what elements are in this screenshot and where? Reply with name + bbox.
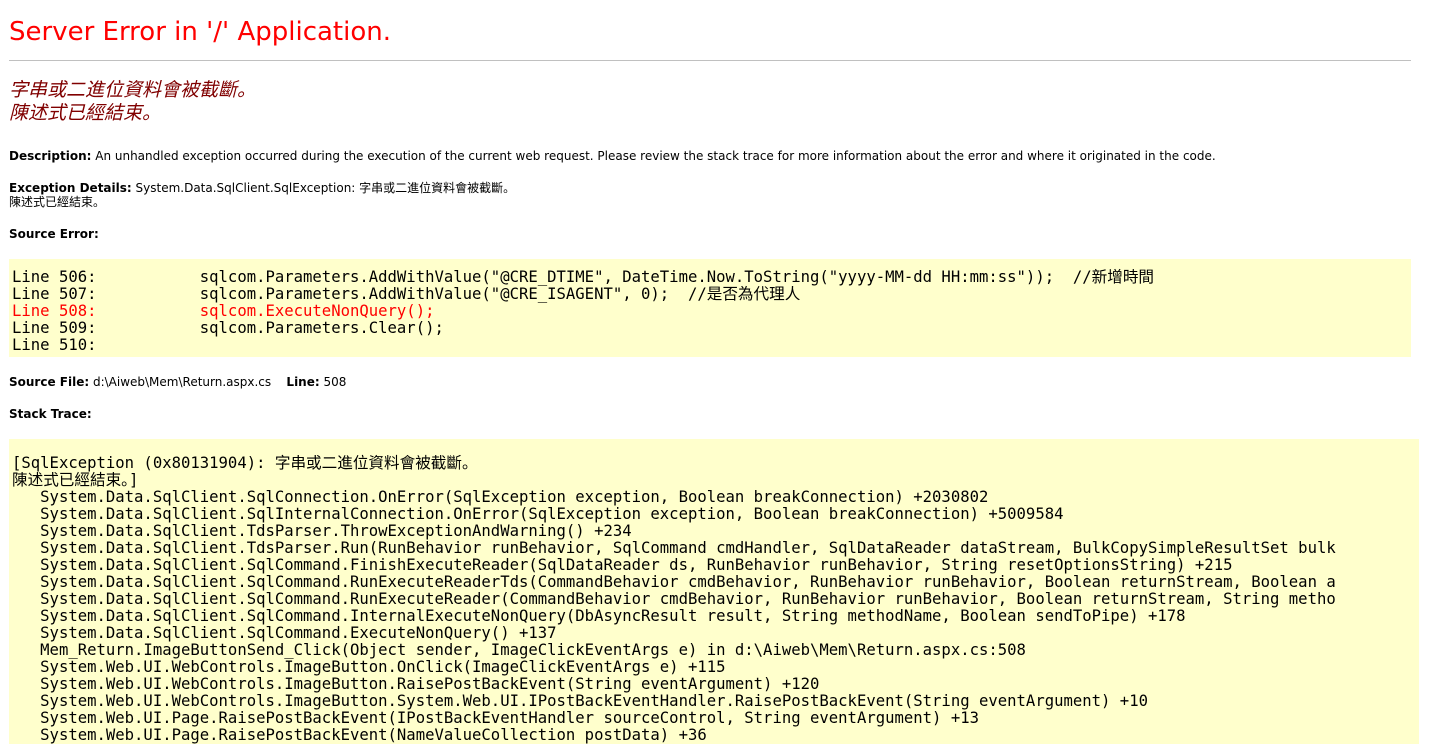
error-message: 字串或二進位資料會被截斷。 陳述式已經結束。 [9, 79, 257, 124]
source-line: Line 510: [12, 336, 97, 354]
source-line: Line 509: sqlcom.Parameters.Clear(); [12, 319, 444, 337]
stack-trace-line: System.Web.UI.WebControls.ImageButton.Ra… [12, 675, 820, 693]
description: Description: An unhandled exception occu… [9, 149, 1216, 163]
stack-trace-line: System.Web.UI.Page.RaisePostBackEvent(Na… [12, 726, 707, 744]
stack-trace-line: System.Web.UI.Page.RaisePostBackEvent(IP… [12, 709, 979, 727]
stack-trace-line: System.Web.UI.WebControls.ImageButton.On… [12, 658, 726, 676]
stack-trace-line: System.Data.SqlClient.SqlCommand.RunExec… [12, 573, 1336, 591]
source-line: Line 506: sqlcom.Parameters.AddWithValue… [12, 268, 1155, 286]
stack-trace-line: System.Data.SqlClient.SqlCommand.FinishE… [12, 556, 1233, 574]
page-title: Server Error in '/' Application. [9, 17, 391, 47]
stack-trace-code: [SqlException (0x80131904): 字串或二進位資料會被截斷… [9, 439, 1419, 744]
source-error-code: Line 506: sqlcom.Parameters.AddWithValue… [9, 259, 1411, 357]
divider [9, 60, 1411, 61]
stack-trace-line: System.Data.SqlClient.SqlCommand.RunExec… [12, 590, 1336, 608]
stack-trace-heading: Stack Trace: [9, 407, 92, 421]
stack-trace-line: 陳述式已經結束。] [12, 471, 139, 489]
stack-trace-line: System.Web.UI.WebControls.ImageButton.Sy… [12, 692, 1148, 710]
stack-trace-line: System.Data.SqlClient.TdsParser.ThrowExc… [12, 522, 632, 540]
source-error-heading: Source Error: [9, 227, 99, 241]
stack-trace-line: System.Data.SqlClient.SqlCommand.Execute… [12, 624, 557, 642]
source-file: Source File: d:\Aiweb\Mem\Return.aspx.cs… [9, 375, 347, 389]
source-line: Line 507: sqlcom.Parameters.AddWithValue… [12, 285, 801, 303]
stack-trace-line: System.Data.SqlClient.SqlConnection.OnEr… [12, 488, 989, 506]
stack-trace-line: System.Data.SqlClient.SqlCommand.Interna… [12, 607, 1186, 625]
source-line: Line 508: sqlcom.ExecuteNonQuery(); [12, 302, 435, 320]
stack-trace-line: Mem_Return.ImageButtonSend_Click(Object … [12, 641, 1026, 659]
stack-trace-line: [SqlException (0x80131904): 字串或二進位資料會被截斷… [12, 454, 478, 472]
exception-details: Exception Details: System.Data.SqlClient… [9, 181, 516, 209]
stack-trace-line: System.Data.SqlClient.SqlInternalConnect… [12, 505, 1064, 523]
stack-trace-line: System.Data.SqlClient.TdsParser.Run(RunB… [12, 539, 1336, 557]
